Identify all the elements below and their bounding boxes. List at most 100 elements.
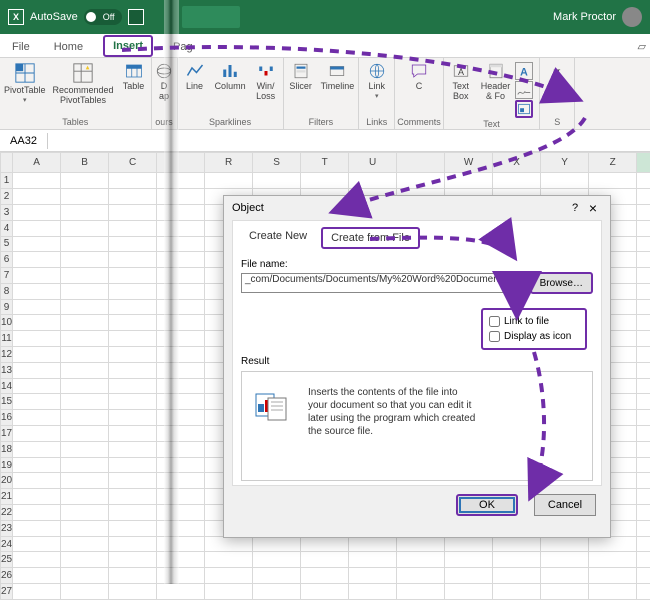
cell[interactable] [637, 426, 650, 442]
cell[interactable] [349, 173, 397, 189]
cell[interactable] [13, 520, 61, 536]
row-header[interactable]: 13 [1, 362, 13, 378]
cell[interactable] [397, 552, 445, 568]
tab-create-from-file[interactable]: Create from File [321, 227, 420, 249]
row-header[interactable]: 1 [1, 173, 13, 189]
cell[interactable] [157, 584, 205, 600]
cell[interactable] [301, 584, 349, 600]
cell[interactable] [109, 204, 157, 220]
cell[interactable] [301, 173, 349, 189]
cell[interactable] [61, 204, 109, 220]
cell[interactable] [349, 584, 397, 600]
cell[interactable] [109, 378, 157, 394]
cell[interactable] [349, 552, 397, 568]
ribbon-collapse-icon[interactable]: ▱ [634, 36, 650, 57]
sparkline-column-button[interactable]: Column [213, 60, 248, 94]
cell[interactable] [637, 552, 650, 568]
cell[interactable] [253, 584, 301, 600]
cell[interactable] [61, 410, 109, 426]
sparkline-winloss-button[interactable]: Win/ Loss [251, 60, 281, 104]
row-header[interactable]: 15 [1, 394, 13, 410]
cell[interactable] [637, 236, 650, 252]
cell[interactable] [13, 347, 61, 363]
cell[interactable] [637, 441, 650, 457]
slicer-button[interactable]: Slicer [286, 60, 316, 94]
cell[interactable] [109, 268, 157, 284]
cell[interactable] [349, 568, 397, 584]
cell[interactable] [589, 536, 637, 552]
cell[interactable] [13, 568, 61, 584]
col-header[interactable]: AA [637, 153, 650, 173]
cell[interactable] [205, 173, 253, 189]
col-header[interactable]: W [445, 153, 493, 173]
cell[interactable] [13, 362, 61, 378]
cell[interactable] [13, 584, 61, 600]
col-header[interactable] [397, 153, 445, 173]
cell[interactable] [61, 173, 109, 189]
row-header[interactable]: 9 [1, 299, 13, 315]
row-header[interactable]: 12 [1, 347, 13, 363]
cell[interactable] [589, 568, 637, 584]
cell[interactable] [61, 347, 109, 363]
pivot-table-button[interactable]: PivotTable ▾ [2, 60, 48, 106]
cell[interactable] [253, 536, 301, 552]
col-header[interactable]: A [13, 153, 61, 173]
signature-line-button[interactable] [515, 81, 533, 99]
cell[interactable] [13, 410, 61, 426]
cell[interactable] [109, 173, 157, 189]
cell[interactable] [541, 568, 589, 584]
cell[interactable] [637, 520, 650, 536]
cell[interactable] [637, 189, 650, 205]
cell[interactable] [637, 505, 650, 521]
col-header[interactable]: C [109, 153, 157, 173]
cell[interactable] [637, 489, 650, 505]
cell[interactable] [541, 536, 589, 552]
wordart-button[interactable]: A [515, 62, 533, 80]
cell[interactable] [493, 568, 541, 584]
cell[interactable] [61, 489, 109, 505]
browse-button[interactable]: Browse… [530, 272, 593, 294]
dialog-close-button[interactable]: × [584, 200, 602, 216]
cell[interactable] [13, 236, 61, 252]
cell[interactable] [637, 457, 650, 473]
row-header[interactable]: 5 [1, 236, 13, 252]
cell[interactable] [637, 220, 650, 236]
row-header[interactable]: 11 [1, 331, 13, 347]
cell[interactable] [493, 536, 541, 552]
cell[interactable] [445, 568, 493, 584]
cell[interactable] [637, 331, 650, 347]
cell[interactable] [13, 268, 61, 284]
display-as-icon-checkbox[interactable]: Display as icon [489, 329, 579, 344]
equation-button[interactable]: π E [542, 60, 572, 94]
cell[interactable] [397, 536, 445, 552]
tab-create-new[interactable]: Create New [241, 227, 315, 249]
cell[interactable] [13, 331, 61, 347]
cell[interactable] [589, 552, 637, 568]
col-header[interactable]: U [349, 153, 397, 173]
cell[interactable] [13, 552, 61, 568]
cell[interactable] [61, 520, 109, 536]
cell[interactable] [61, 299, 109, 315]
cell[interactable] [61, 552, 109, 568]
cell[interactable] [13, 220, 61, 236]
cell[interactable] [61, 236, 109, 252]
cell[interactable] [61, 394, 109, 410]
cell[interactable] [253, 552, 301, 568]
col-header[interactable]: Z [589, 153, 637, 173]
cell[interactable] [109, 584, 157, 600]
cell[interactable] [109, 394, 157, 410]
ok-button[interactable]: OK [456, 494, 518, 516]
cell[interactable] [637, 268, 650, 284]
cell[interactable] [61, 441, 109, 457]
cell[interactable] [109, 473, 157, 489]
header-footer-button[interactable]: Header & Fo [479, 60, 513, 104]
cell[interactable] [109, 489, 157, 505]
cell[interactable] [637, 283, 650, 299]
row-header[interactable]: 25 [1, 552, 13, 568]
cell[interactable] [13, 252, 61, 268]
cell[interactable] [61, 426, 109, 442]
cell[interactable] [205, 552, 253, 568]
cell[interactable] [61, 315, 109, 331]
cell[interactable] [61, 283, 109, 299]
cell[interactable] [637, 568, 650, 584]
